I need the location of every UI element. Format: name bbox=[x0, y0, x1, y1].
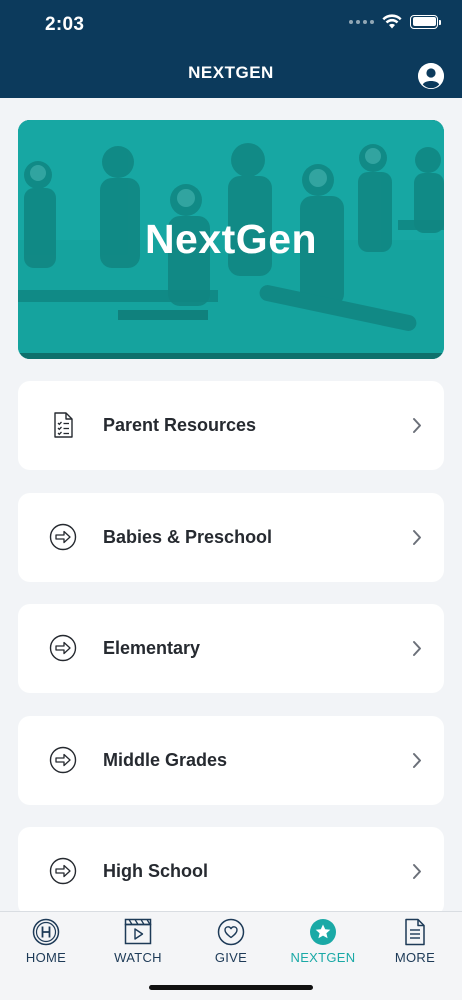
tab-label: WATCH bbox=[114, 950, 162, 965]
tab-home[interactable]: HOME bbox=[0, 912, 92, 978]
menu-item-label: Elementary bbox=[103, 638, 201, 658]
menu-item-label: Middle Grades bbox=[103, 750, 228, 770]
tab-give[interactable]: GIVE bbox=[185, 912, 277, 978]
arrow-circle-icon bbox=[49, 857, 77, 885]
menu-item-babies-preschool[interactable]: Babies & Preschool bbox=[18, 493, 444, 582]
arrow-circle-icon bbox=[49, 746, 77, 774]
menu-item-elementary[interactable]: Elementary bbox=[18, 604, 444, 693]
arrow-circle-icon bbox=[49, 523, 77, 551]
menu-item-label: Parent Resources bbox=[103, 415, 257, 435]
menu-item-parent-resources[interactable]: Parent Resources bbox=[18, 381, 444, 470]
chevron-right-icon bbox=[413, 864, 421, 879]
user-avatar-icon bbox=[418, 63, 444, 89]
menu-item-high-school[interactable]: High School bbox=[18, 827, 444, 916]
video-icon bbox=[124, 918, 152, 945]
heart-icon bbox=[217, 918, 245, 946]
chevron-right-icon bbox=[413, 530, 421, 545]
profile-button[interactable] bbox=[418, 63, 444, 89]
checklist-document-icon bbox=[54, 412, 73, 438]
tab-label: MORE bbox=[394, 950, 436, 965]
page-title: NEXTGEN bbox=[188, 63, 274, 82]
status-icons bbox=[349, 14, 441, 29]
menu-item-label: High School bbox=[103, 861, 208, 881]
wifi-icon bbox=[382, 14, 402, 29]
star-icon bbox=[310, 919, 336, 945]
battery-icon bbox=[410, 14, 441, 29]
app-header: 2:03 NEXTGEN bbox=[0, 0, 462, 98]
tab-label: GIVE bbox=[214, 950, 248, 965]
tab-label: HOME bbox=[25, 950, 67, 965]
nextgen-hero-banner[interactable]: NextGen bbox=[18, 120, 444, 359]
tab-more[interactable]: MORE bbox=[369, 912, 461, 978]
hero-title: NextGen bbox=[144, 216, 318, 262]
chevron-right-icon bbox=[413, 753, 421, 768]
home-icon bbox=[32, 918, 60, 946]
menu-item-middle-grades[interactable]: Middle Grades bbox=[18, 716, 444, 805]
chevron-right-icon bbox=[413, 641, 421, 656]
tab-nextgen[interactable]: NEXTGEN bbox=[277, 912, 369, 978]
home-indicator[interactable] bbox=[149, 985, 313, 990]
arrow-circle-icon bbox=[49, 634, 77, 662]
menu-item-label: Babies & Preschool bbox=[103, 527, 273, 547]
document-icon bbox=[405, 918, 425, 946]
cellular-signal-icon bbox=[349, 19, 374, 24]
tab-watch[interactable]: WATCH bbox=[92, 912, 184, 978]
tab-label: NEXTGEN bbox=[290, 950, 356, 965]
chevron-right-icon bbox=[413, 418, 421, 433]
status-time: 2:03 bbox=[45, 14, 85, 35]
